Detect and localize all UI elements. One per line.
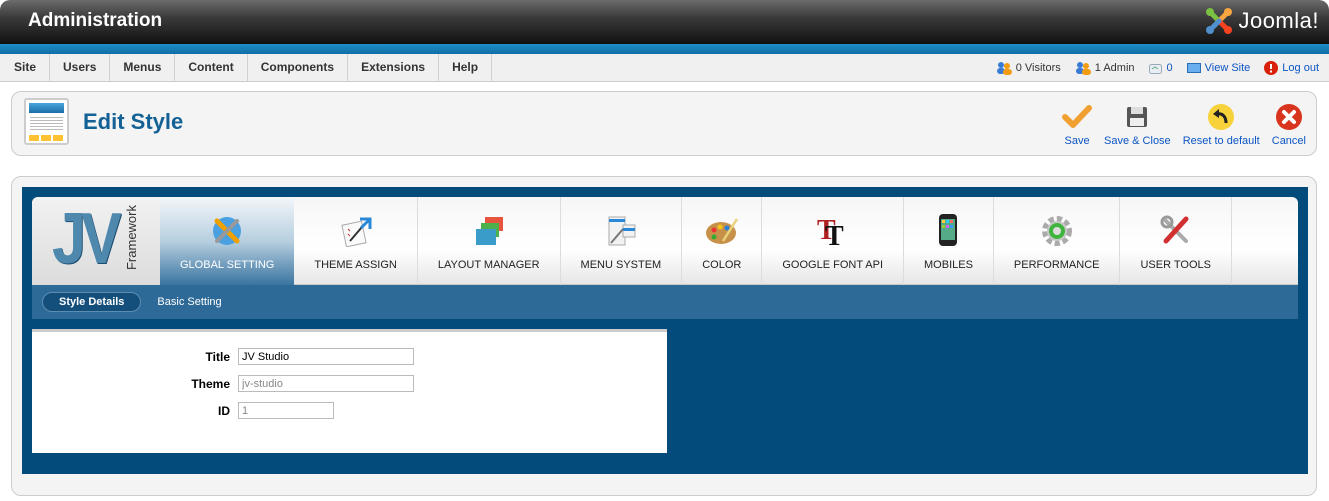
gear-refresh-icon <box>1041 211 1073 247</box>
tab-menu-system[interactable]: MENU SYSTEM <box>561 197 683 285</box>
font-icon: TT <box>816 211 850 247</box>
theme-row: Theme <box>32 375 414 392</box>
palette-icon <box>705 211 739 247</box>
tab-global-setting[interactable]: GLOBAL SETTING <box>160 197 295 285</box>
logout-icon <box>1264 60 1279 75</box>
main-menu-bar: Site Users Menus Content Components Exte… <box>0 54 1329 82</box>
menu-extensions[interactable]: Extensions <box>348 54 440 81</box>
title-row: Title <box>32 348 414 365</box>
menu-content[interactable]: Content <box>175 54 248 81</box>
menu-components[interactable]: Components <box>248 54 349 81</box>
content-box: JV Framework GLOBAL SETTING THEME ASSIGN… <box>11 176 1317 496</box>
save-close-button[interactable]: Save & Close <box>1104 102 1171 147</box>
theme-input <box>238 375 414 392</box>
page-title: Edit Style <box>83 109 184 134</box>
title-input[interactable] <box>238 348 414 365</box>
tab-color[interactable]: COLOR <box>682 197 763 285</box>
users-icon <box>996 61 1012 75</box>
cancel-button[interactable]: Cancel <box>1272 102 1306 147</box>
joomla-logo-icon <box>1206 8 1233 34</box>
tab-google-font-api[interactable]: TT GOOGLE FONT API <box>762 197 905 285</box>
framework-panel: JV Framework GLOBAL SETTING THEME ASSIGN… <box>22 187 1308 474</box>
menu-system-icon <box>605 211 637 247</box>
sub-tab-bar: Style Details Basic Setting <box>32 285 1298 319</box>
save-button[interactable]: Save <box>1062 102 1093 147</box>
logout-link[interactable]: Log out <box>1264 60 1319 75</box>
menu-help[interactable]: Help <box>439 54 493 81</box>
toolbar-box: Edit Style Save Save & Close Reset to de… <box>11 91 1317 156</box>
joomla-brand-text: Joomla! <box>1238 8 1319 33</box>
joomla-logo: Joomla! <box>1204 6 1319 36</box>
reset-arrow-icon <box>1207 102 1235 132</box>
messages-status[interactable]: 0 <box>1148 62 1173 74</box>
global-setting-icon <box>211 211 243 247</box>
theme-label: Theme <box>191 376 230 391</box>
title-label: Title <box>205 349 230 364</box>
id-input <box>238 402 334 419</box>
tab-user-tools[interactable]: USER TOOLS <box>1120 197 1232 285</box>
toolbar-buttons: Save Save & Close Reset to default Cance… <box>1056 102 1312 147</box>
tools-icon <box>1160 211 1192 247</box>
floppy-disk-icon <box>1125 102 1149 132</box>
theme-assign-icon <box>340 211 372 247</box>
visitors-status: 0 Visitors <box>996 61 1061 75</box>
id-row: ID <box>32 402 334 419</box>
checkmark-icon <box>1062 102 1093 132</box>
layout-manager-icon <box>473 211 505 247</box>
menu-users[interactable]: Users <box>50 54 111 81</box>
menu-menus[interactable]: Menus <box>110 54 176 81</box>
id-label: ID <box>218 403 230 418</box>
cancel-x-icon <box>1275 102 1303 132</box>
mobile-phone-icon <box>938 211 958 247</box>
edit-style-page-icon <box>24 98 69 145</box>
tab-layout-manager[interactable]: LAYOUT MANAGER <box>418 197 561 285</box>
view-site-link[interactable]: View Site <box>1186 62 1250 74</box>
svg-text:T: T <box>825 221 844 247</box>
reset-default-button[interactable]: Reset to default <box>1183 102 1260 147</box>
tab-performance[interactable]: PERFORMANCE <box>994 197 1121 285</box>
menu-site[interactable]: Site <box>0 54 51 81</box>
admin-header: Administration Joomla! <box>0 0 1329 44</box>
admin-title: Administration <box>28 10 163 31</box>
admins-status: 1 Admin <box>1075 61 1135 75</box>
jv-framework-logo: JV Framework <box>32 197 160 285</box>
admin-users-icon <box>1075 61 1091 75</box>
style-details-form: Title Theme ID <box>32 329 667 453</box>
header-accent-bar <box>0 44 1329 54</box>
message-icon <box>1148 62 1163 74</box>
monitor-icon <box>1186 62 1201 73</box>
tab-mobiles[interactable]: MOBILES <box>904 197 994 285</box>
subtab-basic-setting[interactable]: Basic Setting <box>141 293 237 311</box>
subtab-style-details[interactable]: Style Details <box>42 292 142 312</box>
status-bar: 0 Visitors 1 Admin 0 View Site Log out <box>982 54 1319 81</box>
framework-tab-bar: JV Framework GLOBAL SETTING THEME ASSIGN… <box>32 197 1298 285</box>
tab-theme-assign[interactable]: THEME ASSIGN <box>294 197 418 285</box>
